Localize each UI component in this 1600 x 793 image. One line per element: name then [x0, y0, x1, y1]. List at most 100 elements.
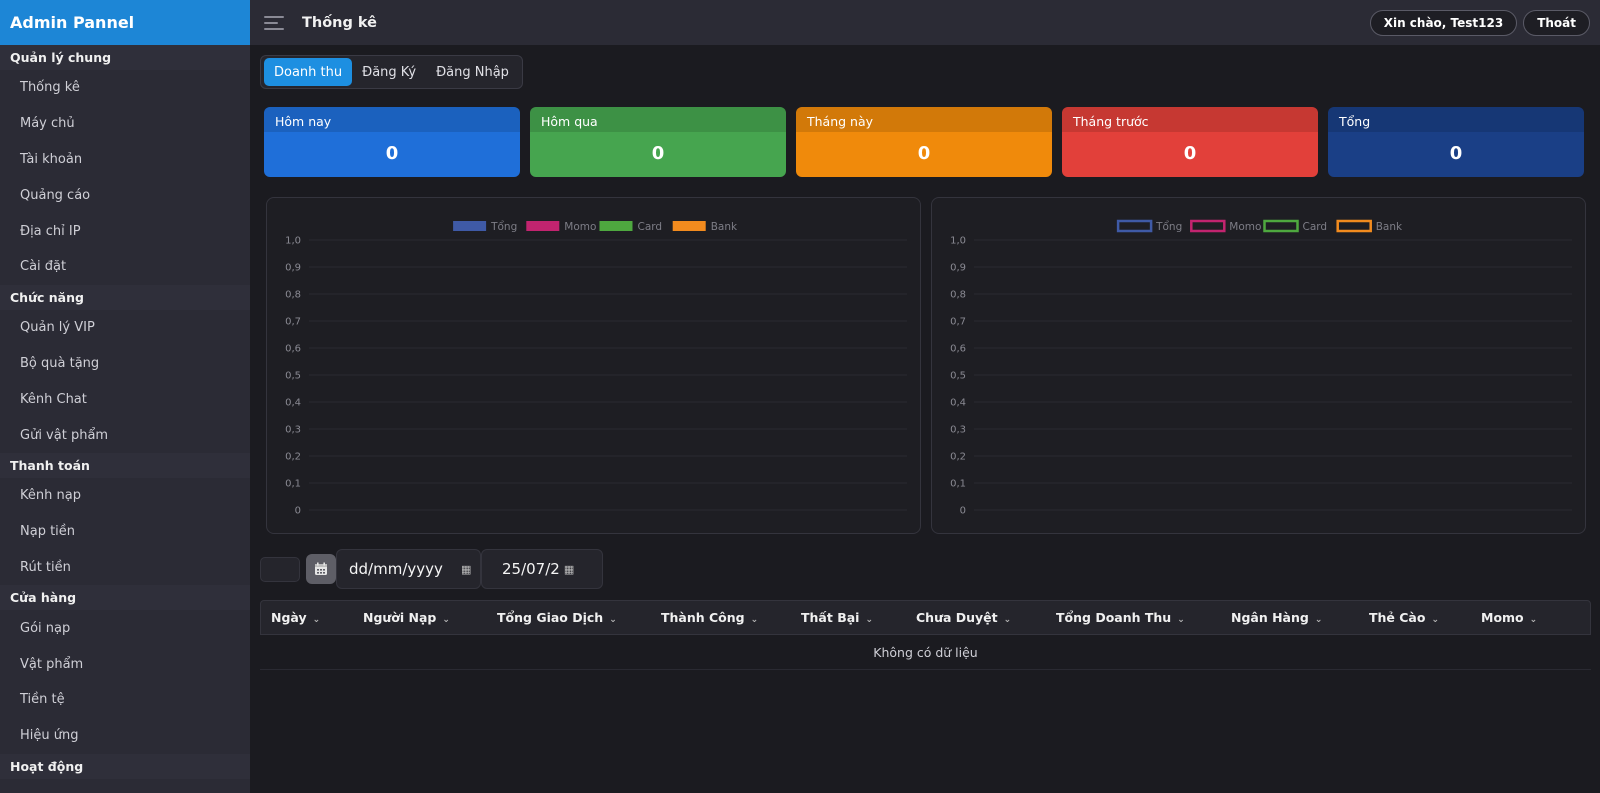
column-header-label: Tổng Doanh Thu [1056, 610, 1172, 625]
greeting-button[interactable]: Xin chào, Test123 [1369, 9, 1518, 36]
date-to-input[interactable]: 25/07/2 ▦ [481, 549, 603, 589]
sidebar-nav: Quản lý chung Thống kê Máy chủ Tài khoản Quả… [0, 45, 250, 779]
date-from-text: dd/mm/yyyy [349, 560, 443, 578]
calendar-icon [315, 562, 327, 575]
y-tick-label: 0,6 [950, 344, 966, 355]
column-header-label: Ngày [271, 610, 307, 625]
sidebar-item[interactable]: Thống kê [0, 70, 250, 106]
sidebar-item[interactable]: Máy chủ [0, 106, 250, 142]
sidebar-item[interactable]: Quảng cáo [0, 177, 250, 213]
y-tick-label: 0,1 [950, 479, 966, 490]
tab-revenue[interactable]: Doanh thu [264, 58, 353, 86]
card-label: Hôm qua [541, 114, 598, 129]
column-header[interactable]: Người Nạp ⌄ [363, 610, 450, 625]
legend-label[interactable]: Bank [711, 221, 738, 233]
column-header[interactable]: Ngân Hàng ⌄ [1231, 610, 1322, 625]
sort-chevron-icon: ⌄ [1431, 615, 1439, 625]
sidebar-item[interactable]: Tiền tệ [0, 682, 250, 718]
column-header[interactable]: Tổng Doanh Thu ⌄ [1056, 610, 1185, 625]
sort-chevron-icon: ⌄ [442, 615, 450, 625]
sidebar-item[interactable]: Bộ quà tặng [0, 346, 250, 382]
legend-swatch[interactable] [526, 221, 560, 231]
sidebar-item[interactable]: Vật phẩm [0, 646, 250, 682]
sidebar: Admin Pannel Quản lý chung Thống kê Máy ch… [0, 0, 250, 793]
hamburger-menu-icon[interactable] [264, 14, 286, 32]
column-header-label: Ngân Hàng [1231, 610, 1309, 625]
legend-swatch[interactable] [672, 221, 706, 231]
y-tick-label: 1,0 [950, 236, 966, 247]
legend-swatch[interactable] [1116, 219, 1153, 233]
sidebar-item[interactable]: Kênh nạp [0, 478, 250, 514]
sidebar-item[interactable]: Cài đặt [0, 249, 250, 285]
legend-swatch[interactable] [599, 221, 633, 231]
sidebar-item[interactable]: Kênh Chat [0, 381, 250, 417]
card-label: Hôm nay [275, 114, 332, 129]
sidebar-item[interactable]: Gửi vật phẩm [0, 417, 250, 453]
sidebar-item[interactable]: Địa chỉ IP [0, 213, 250, 249]
revenue-line-chart: 1,0 0,9 0,8 0,7 0,6 0,5 0,4 0,3 0,2 0,1 0 Tổng Momo C… [931, 197, 1586, 534]
page-title: Thống kê [302, 14, 378, 31]
logout-button[interactable]: Thoát [1523, 9, 1590, 36]
legend-swatch[interactable] [1336, 219, 1372, 233]
y-tick-label: 0,4 [950, 398, 966, 409]
card-value: 0 [1183, 143, 1197, 164]
legend-label[interactable]: Card [1303, 221, 1328, 233]
date-picker-icon[interactable]: ▦ [461, 563, 471, 576]
calendar-button[interactable] [306, 554, 336, 584]
legend-swatch[interactable] [453, 221, 487, 231]
y-tick-label: 0,5 [285, 371, 301, 382]
card-label: Tháng trước [1073, 114, 1149, 129]
legend-label[interactable]: Bank [1376, 221, 1403, 233]
column-header[interactable]: Thành Công ⌄ [661, 610, 758, 625]
legend-label[interactable]: Card [638, 221, 663, 233]
column-header[interactable]: Ngày ⌄ [271, 610, 320, 625]
sidebar-item[interactable]: Rút tiền [0, 550, 250, 586]
brand-title[interactable]: Admin Pannel [0, 0, 250, 45]
column-header[interactable]: Momo ⌄ [1481, 610, 1537, 625]
table-empty-row: Không có dữ liệu [260, 635, 1591, 670]
column-header[interactable]: Tổng Giao Dịch ⌄ [497, 610, 617, 625]
card-value: 0 [651, 143, 665, 164]
filter-bar: dd/mm/yyyy ▦ 25/07/2 ▦ [260, 549, 603, 589]
legend-swatch[interactable] [1263, 219, 1299, 233]
y-tick-label: 0,2 [285, 452, 301, 463]
y-tick-label: 0,7 [950, 317, 966, 328]
sidebar-item[interactable]: Hiệu ứng [0, 718, 250, 754]
column-header[interactable]: Thẻ Cào ⌄ [1369, 610, 1439, 625]
legend-label[interactable]: Tổng [490, 220, 517, 233]
y-tick-label: 0,3 [285, 425, 301, 436]
bar-chart-svg: 1,0 0,9 0,8 0,7 0,6 0,5 0,4 0,3 0,2 0,1 0 Tổng Momo C… [285, 220, 907, 517]
card-last-month: Tháng trước 0 [1062, 107, 1318, 177]
page-size-select[interactable] [260, 556, 300, 582]
column-header-label: Momo [1481, 610, 1524, 625]
sidebar-item[interactable]: Nạp tiền [0, 514, 250, 550]
summary-cards: Hôm nay 0 Hôm qua 0 Tháng này 0 Tháng tr… [264, 107, 1584, 177]
y-tick-label: 0,8 [950, 290, 966, 301]
column-header[interactable]: Chưa Duyệt ⌄ [916, 610, 1011, 625]
sidebar-section-title: Quản lý chung [0, 45, 250, 70]
sidebar-item[interactable]: Tài khoản [0, 142, 250, 178]
column-header-label: Thất Bại [801, 610, 860, 625]
legend-label[interactable]: Momo [564, 221, 596, 233]
sort-chevron-icon: ⌄ [1314, 615, 1323, 625]
legend-swatch[interactable] [1190, 219, 1226, 233]
tab-logins[interactable]: Đăng Nhập [426, 58, 519, 86]
tab-registrations[interactable]: Đăng Ký [352, 58, 426, 86]
legend-label[interactable]: Momo [1229, 221, 1261, 233]
date-from-input[interactable]: dd/mm/yyyy ▦ [336, 549, 481, 589]
y-tick-label: 0,2 [950, 452, 966, 463]
main-content: Doanh thu Đăng Ký Đăng Nhập Hôm nay 0 Hô… [250, 45, 1600, 793]
column-header[interactable]: Thất Bại ⌄ [801, 610, 873, 625]
card-label: Tháng này [807, 114, 874, 129]
sort-chevron-icon: ⌄ [1177, 615, 1185, 625]
y-tick-label: 0,3 [950, 425, 966, 436]
card-yesterday: Hôm qua 0 [530, 107, 786, 177]
card-this-month: Tháng này 0 [796, 107, 1052, 177]
revenue-bar-chart: 1,0 0,9 0,8 0,7 0,6 0,5 0,4 0,3 0,2 0,1 0 Tổng Momo C… [266, 197, 921, 534]
sidebar-section-title: Thanh toán [0, 452, 250, 478]
sidebar-item[interactable]: Quản lý VIP [0, 310, 250, 346]
sidebar-item[interactable]: Gói nạp [0, 610, 250, 646]
y-tick-label: 0 [960, 506, 966, 517]
legend-label[interactable]: Tổng [1155, 220, 1182, 233]
date-picker-icon[interactable]: ▦ [564, 563, 574, 576]
